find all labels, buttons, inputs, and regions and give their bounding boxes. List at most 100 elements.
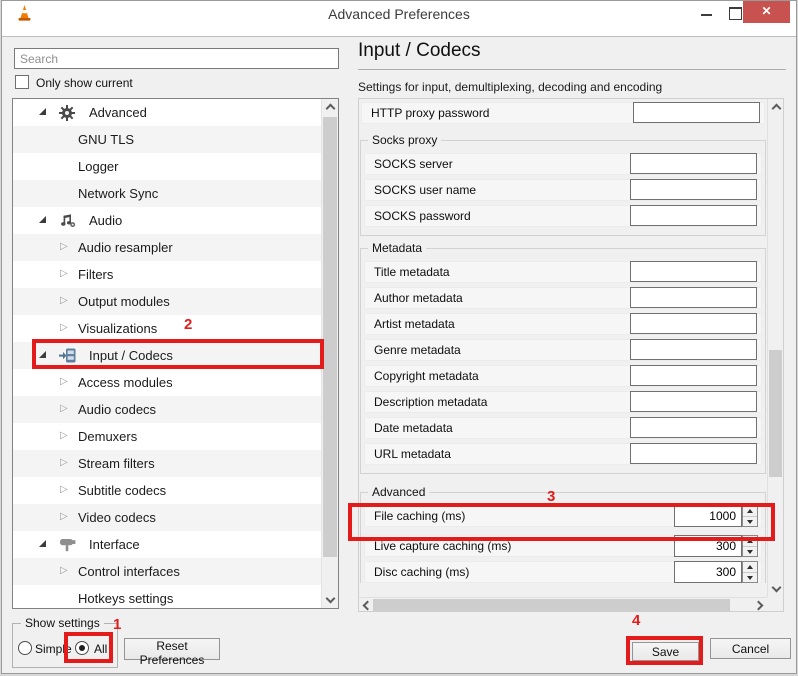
only-show-current-checkbox[interactable] (15, 75, 29, 89)
minimize-button[interactable] (696, 1, 718, 23)
tree-item-label: Audio resampler (78, 240, 173, 255)
settings-vertical-scrollbar[interactable] (767, 99, 783, 597)
spin-down-icon (747, 576, 753, 580)
tree-item-label: Audio (89, 213, 122, 228)
scroll-up-icon[interactable] (326, 104, 336, 114)
spin-up-icon[interactable] (743, 536, 757, 546)
setting-label: Genre metadata (374, 343, 461, 357)
scroll-down-icon[interactable] (772, 583, 782, 593)
expander-open-icon[interactable] (39, 108, 46, 115)
reset-preferences-button[interactable]: Reset Preferences (124, 638, 220, 660)
tree-item-gnu-tls[interactable]: GNU TLS (13, 126, 321, 153)
expander-closed-icon[interactable]: ▷ (60, 564, 68, 578)
tree-scrollbar[interactable] (321, 99, 338, 608)
setting-input-disc-caching-ms[interactable] (674, 561, 742, 583)
setting-input-author-metadata[interactable] (630, 287, 757, 308)
tree-item-label: Stream filters (78, 456, 155, 471)
tree-item-label: Interface (89, 537, 140, 552)
close-button[interactable]: ✕ (743, 1, 790, 23)
settings-hscrollbar-thumb[interactable] (373, 599, 730, 611)
expander-open-icon[interactable] (39, 351, 46, 358)
expander-closed-icon[interactable]: ▷ (60, 483, 68, 497)
setting-input-live-capture-caching-ms[interactable] (674, 535, 742, 557)
settings-horizontal-scrollbar[interactable] (359, 597, 767, 611)
setting-input-socks-password[interactable] (630, 205, 757, 226)
all-radio-label: All (94, 642, 107, 656)
tree-item-access-modules[interactable]: ▷Access modules (13, 369, 321, 396)
tree-item-stream-filters[interactable]: ▷ Stream filters (13, 450, 321, 477)
group-metadata: MetadataTitle metadataAuthor metadataArt… (360, 248, 766, 474)
expander-closed-icon[interactable]: ▷ (60, 402, 68, 416)
tree-item-subtitle-codecs[interactable]: ▷Subtitle codecs (13, 477, 321, 504)
spin-down-icon[interactable] (743, 516, 757, 526)
spin-down-icon[interactable] (743, 546, 757, 556)
setting-input-socks-server[interactable] (630, 153, 757, 174)
spin-up-icon[interactable] (743, 562, 757, 572)
expander-open-icon[interactable] (39, 540, 46, 547)
all-radio[interactable] (75, 641, 89, 655)
tree-item-video-codecs[interactable]: ▷Video codecs (13, 504, 321, 531)
setting-label: Live capture caching (ms) (374, 539, 511, 553)
spinbox-disc-caching-ms (674, 561, 758, 583)
only-show-current-label: Only show current (36, 76, 133, 90)
setting-input-http-proxy-password[interactable] (633, 102, 760, 123)
expander-closed-icon[interactable]: ▷ (60, 294, 68, 308)
setting-row-genre-metadata: Genre metadata (364, 339, 762, 361)
expander-closed-icon[interactable]: ▷ (60, 267, 68, 281)
tree-item-label: Demuxers (78, 429, 137, 444)
tree-item-output-modules[interactable]: ▷Output modules (13, 288, 321, 315)
tree-item-logger[interactable]: Logger (13, 153, 321, 180)
setting-input-genre-metadata[interactable] (630, 339, 757, 360)
scroll-right-icon[interactable] (754, 601, 764, 611)
expander-closed-icon[interactable]: ▷ (60, 510, 68, 524)
setting-input-url-metadata[interactable] (630, 443, 757, 464)
expander-closed-icon[interactable]: ▷ (60, 240, 68, 254)
spin-up-icon[interactable] (743, 506, 757, 516)
scroll-down-icon[interactable] (326, 594, 336, 604)
settings-scrollregion: HTTP proxy passwordSocks proxySOCKS serv… (358, 98, 784, 612)
setting-input-socks-user-name[interactable] (630, 179, 757, 200)
setting-input-artist-metadata[interactable] (630, 313, 757, 334)
tree-item-audio-resampler[interactable]: ▷ Audio resampler (13, 234, 321, 261)
setting-label: Author metadata (374, 291, 463, 305)
expander-closed-icon[interactable]: ▷ (60, 321, 68, 335)
setting-input-title-metadata[interactable] (630, 261, 757, 282)
tree-item-visualizations[interactable]: ▷Visualizations (13, 315, 321, 342)
setting-input-date-metadata[interactable] (630, 417, 757, 438)
tree-scrollbar-thumb[interactable] (323, 117, 337, 557)
settings-content: HTTP proxy passwordSocks proxySOCKS serv… (359, 99, 767, 597)
setting-label: Date metadata (374, 421, 453, 435)
expander-closed-icon[interactable]: ▷ (60, 429, 68, 443)
expander-closed-icon[interactable]: ▷ (60, 456, 68, 470)
group-socks-proxy: Socks proxySOCKS serverSOCKS user nameSO… (360, 140, 766, 236)
tree-item-label: Filters (78, 267, 113, 282)
tree-item-hotkeys-settings[interactable]: Hotkeys settings (13, 585, 321, 608)
setting-row-disc-caching-ms: Disc caching (ms) (364, 561, 762, 583)
expander-closed-icon[interactable]: ▷ (60, 375, 68, 389)
setting-input-description-metadata[interactable] (630, 391, 757, 412)
tree-item-interface[interactable]: Interface (13, 531, 321, 558)
tree-item-audio-codecs[interactable]: ▷Audio codecs (13, 396, 321, 423)
category-tree: AdvancedGNU TLSLoggerNetwork SyncAudio▷A… (12, 98, 339, 609)
spin-down-icon[interactable] (743, 572, 757, 582)
tree-item-control-interfaces[interactable]: ▷Control interfaces (13, 558, 321, 585)
search-input[interactable] (14, 48, 339, 69)
settings-scrollbar-thumb[interactable] (769, 350, 782, 477)
tree-item-network-sync[interactable]: Network Sync (13, 180, 321, 207)
setting-input-file-caching-ms[interactable] (674, 505, 742, 527)
save-button[interactable]: Save (632, 642, 699, 661)
expander-open-icon[interactable] (39, 216, 46, 223)
simple-radio[interactable] (18, 641, 32, 655)
scroll-left-icon[interactable] (363, 601, 373, 611)
scroll-up-icon[interactable] (772, 104, 782, 114)
tree-item-input-codecs[interactable]: Input / Codecs (13, 342, 321, 369)
tree-item-filters[interactable]: ▷ Filters (13, 261, 321, 288)
tree-item-advanced[interactable]: Advanced (13, 99, 321, 126)
tree-item-audio[interactable]: Audio (13, 207, 321, 234)
page-title: Input / Codecs (358, 40, 481, 62)
cancel-button[interactable]: Cancel (710, 638, 791, 659)
tree-item-demuxers[interactable]: ▷ Demuxers (13, 423, 321, 450)
setting-input-copyright-metadata[interactable] (630, 365, 757, 386)
page-subtitle: Settings for input, demultiplexing, deco… (358, 80, 662, 94)
title-separator (358, 69, 786, 70)
